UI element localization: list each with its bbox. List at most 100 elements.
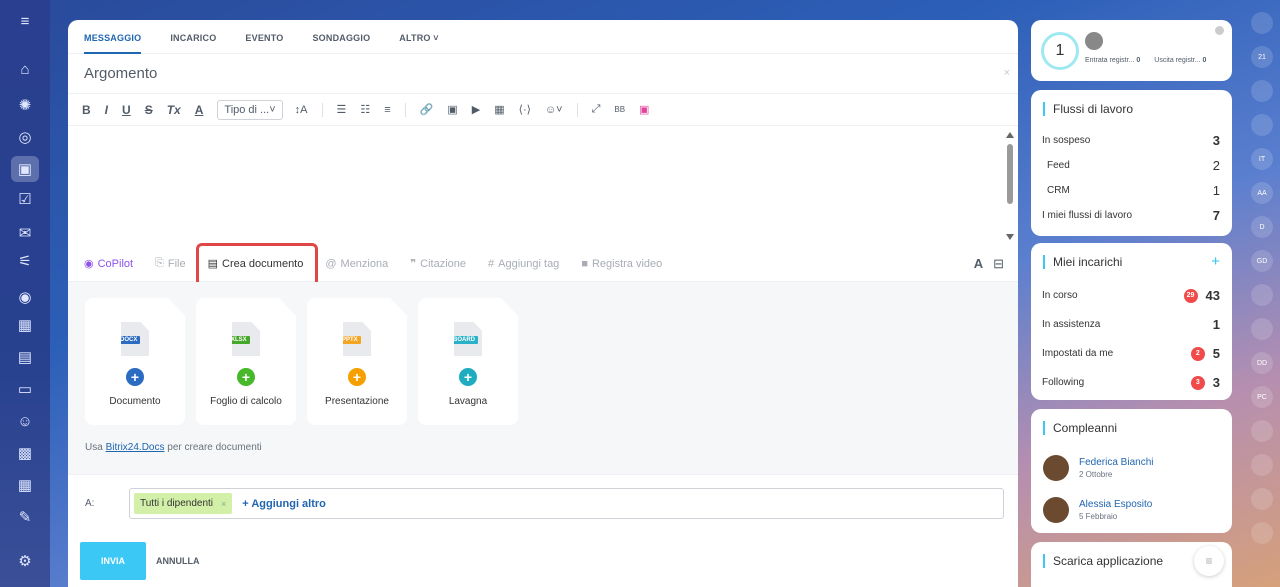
ai-image-icon[interactable]: ▣ (639, 103, 649, 116)
tasks-icon[interactable]: ☑ (11, 186, 39, 212)
quick-access-item[interactable]: PC (1251, 386, 1273, 408)
settings-icon[interactable]: ⚙ (11, 548, 39, 574)
code-icon[interactable]: ⟨·⟩ (519, 103, 531, 116)
font-size-button[interactable]: ↕A (295, 104, 308, 116)
drive-icon[interactable]: ▭ (11, 376, 39, 402)
tab-evento[interactable]: EVENTO (245, 20, 283, 54)
document-type-card[interactable]: PPTX + Presentazione (307, 298, 407, 425)
plus-icon[interactable]: + (348, 368, 366, 386)
document-type-card[interactable]: DOCX + Documento (85, 298, 185, 425)
italic-button[interactable]: I (105, 103, 108, 117)
recipient-chip[interactable]: Tutti i dipendenti × (134, 493, 233, 514)
close-icon[interactable]: × (1004, 67, 1010, 79)
task-row[interactable]: Following 3 3 (1031, 368, 1232, 397)
task-row[interactable]: Impostati da me 2 5 (1031, 339, 1232, 368)
quick-access-item[interactable]: DD (1251, 352, 1273, 374)
scroll-down-arrow[interactable] (1006, 234, 1014, 240)
record-video-button[interactable]: ■ Registra video (581, 258, 662, 270)
quick-access-item[interactable] (1251, 318, 1273, 340)
quick-access-item[interactable] (1251, 284, 1273, 306)
strikethrough-button[interactable]: S (145, 103, 153, 117)
birthday-name[interactable]: Alessia Esposito (1079, 499, 1152, 510)
tab-messaggio[interactable]: MESSAGGIO (84, 20, 142, 54)
image-icon[interactable]: ▣ (447, 103, 457, 116)
tab-incarico[interactable]: INCARICO (170, 20, 216, 54)
table-icon[interactable]: ▦ (494, 103, 504, 116)
task-row[interactable]: In assistenza 1 (1031, 310, 1232, 339)
scroll-up-arrow[interactable] (1006, 132, 1014, 138)
message-editor[interactable] (68, 126, 1018, 246)
scroll-thumb[interactable] (1007, 144, 1013, 204)
quick-access-item[interactable] (1251, 12, 1273, 34)
font-select[interactable]: Tipo di ...˅ (217, 99, 283, 120)
clear-format-button[interactable]: Tx (167, 103, 181, 117)
crm-icon[interactable]: ⚟ (11, 248, 39, 274)
video-icon[interactable]: ▶ (472, 103, 480, 116)
add-tag-button[interactable]: # Aggiungi tag (488, 258, 559, 270)
quick-access-item[interactable] (1251, 420, 1273, 442)
quick-access-item[interactable] (1251, 454, 1273, 476)
workflow-row[interactable]: Feed 2 (1031, 153, 1232, 178)
quick-access-item[interactable] (1251, 522, 1273, 544)
timeman-counter[interactable]: 1 (1041, 32, 1079, 70)
help-icon[interactable] (1215, 26, 1224, 35)
document-type-card[interactable]: XLSX + Foglio di calcolo (196, 298, 296, 425)
link-icon[interactable]: 🔗 (420, 103, 434, 116)
workflow-row[interactable]: In sospeso 3 (1031, 128, 1232, 153)
bold-button[interactable]: B (82, 103, 91, 117)
send-button[interactable]: INVIA (80, 542, 146, 580)
plus-icon[interactable]: + (459, 368, 477, 386)
sign-icon[interactable]: ✎ (11, 504, 39, 530)
file-button[interactable]: ⎘ File (155, 257, 186, 270)
quick-access-item[interactable]: D (1251, 216, 1273, 238)
editor-scrollbar[interactable] (1006, 132, 1014, 240)
quote-button[interactable]: ❞ Citazione (410, 257, 466, 271)
text-color-button[interactable]: A (195, 103, 204, 117)
timeman-widget[interactable]: 1 Entrata registr... 0 Uscita registr...… (1031, 20, 1232, 81)
bbcode-button[interactable]: BB (614, 105, 625, 114)
mail-icon[interactable]: ✉ (11, 220, 39, 246)
topic-input[interactable]: Argomento (84, 65, 157, 82)
topic-row[interactable]: Argomento × (68, 54, 1018, 94)
workflow-row[interactable]: CRM 1 (1031, 178, 1232, 203)
bullet-list-button[interactable]: ☷ (360, 103, 370, 116)
quick-access-item[interactable] (1251, 114, 1273, 136)
list-icon[interactable]: ≡ (1194, 546, 1224, 576)
document-icon[interactable]: ▤ (11, 344, 39, 370)
emoji-icon[interactable]: ☺˅ (545, 104, 563, 116)
bitrix-docs-link[interactable]: Bitrix24.Docs (106, 442, 165, 453)
quick-access-item[interactable]: 21 (1251, 46, 1273, 68)
mention-button[interactable]: @ Menziona (325, 258, 388, 270)
menu-icon[interactable]: ≡ (11, 8, 39, 34)
cancel-button[interactable]: ANNULLA (156, 556, 200, 566)
quick-access-item[interactable]: IT (1251, 148, 1273, 170)
add-task-button[interactable]: + (1211, 253, 1220, 270)
schedule-icon[interactable]: ▦ (11, 472, 39, 498)
font-toggle-button[interactable]: A (974, 256, 983, 272)
recipients-field[interactable]: Tutti i dipendenti × + Aggiungi altro (129, 488, 1004, 519)
plus-icon[interactable]: + (126, 368, 144, 386)
tab-altro[interactable]: ALTRO ˅ (399, 20, 438, 54)
home-icon[interactable]: ⌂ (11, 56, 39, 82)
birthday-item[interactable]: Alessia Esposito 5 Febbraio (1031, 489, 1232, 531)
quick-access-item[interactable] (1251, 488, 1273, 510)
calendar-icon[interactable]: ▦ (11, 312, 39, 338)
tab-sondaggio[interactable]: SONDAGGIO (312, 20, 370, 54)
feed-icon[interactable]: ▣ (11, 156, 39, 182)
copilot-icon[interactable]: ✺ (11, 92, 39, 118)
panel-icon[interactable]: ⊟ (993, 256, 1004, 272)
document-type-card[interactable]: BOARD + Lavagna (418, 298, 518, 425)
workflow-row[interactable]: I miei flussi di lavoro 7 (1031, 203, 1232, 228)
quick-access-item[interactable] (1251, 80, 1273, 102)
copilot-button[interactable]: ◉ CoPilot (84, 257, 133, 271)
target-icon[interactable]: ◉ (11, 284, 39, 310)
underline-button[interactable]: U (122, 103, 131, 117)
align-button[interactable]: ≡ (384, 104, 390, 116)
remove-icon[interactable]: × (221, 499, 226, 509)
add-recipient-link[interactable]: + Aggiungi altro (242, 498, 326, 510)
plus-icon[interactable]: + (237, 368, 255, 386)
task-row[interactable]: In corso 29 43 (1031, 281, 1232, 310)
board-icon[interactable]: ▩ (11, 440, 39, 466)
birthday-item[interactable]: Federica Bianchi 2 Ottobre (1031, 447, 1232, 489)
birthday-name[interactable]: Federica Bianchi (1079, 457, 1153, 468)
